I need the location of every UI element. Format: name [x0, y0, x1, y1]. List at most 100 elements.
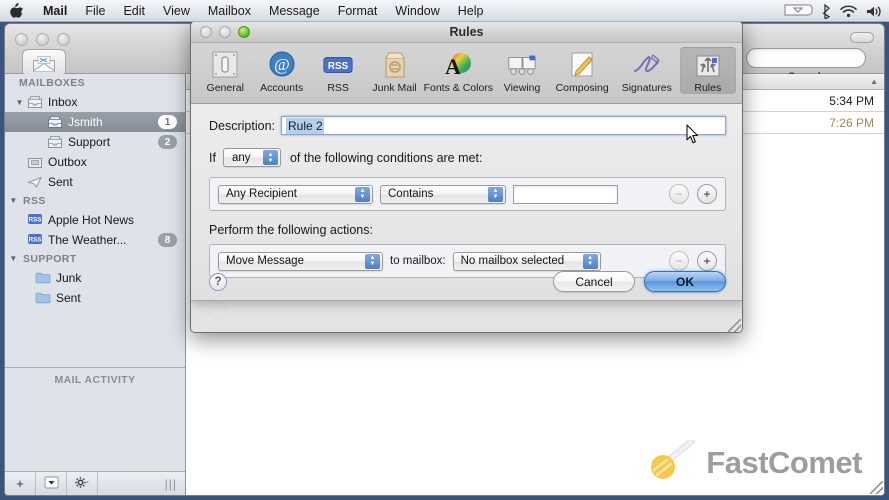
- sidebar-item-label: Sent: [56, 291, 81, 305]
- menu-item-file[interactable]: File: [76, 2, 114, 20]
- action-filter-button[interactable]: [36, 472, 67, 495]
- stepper-arrows-icon: ▲ ▼: [582, 253, 598, 269]
- menu-item-mailbox[interactable]: Mailbox: [199, 2, 260, 20]
- message-time: 7:26 PM: [829, 115, 874, 130]
- apple-logo-glyph: [9, 3, 23, 18]
- mailbox-list: MAILBOXES ▼ Inbox Jsmith 1 Support 2 Out…: [5, 74, 185, 367]
- tab-rss[interactable]: RSS RSS: [310, 47, 366, 94]
- wifi-icon[interactable]: [840, 4, 857, 18]
- remove-condition-button[interactable]: −: [669, 184, 689, 204]
- disclosure-triangle-icon[interactable]: ▼: [9, 254, 18, 263]
- apple-logo-icon[interactable]: [8, 2, 24, 20]
- sidebar-section-support: ▼ SUPPORT: [5, 250, 185, 268]
- volume-icon[interactable]: [866, 5, 883, 18]
- to-mailbox-label: to mailbox:: [390, 255, 446, 267]
- action-mailbox-select[interactable]: No mailbox selected ▲ ▼: [452, 251, 601, 271]
- window-resize-grip[interactable]: [870, 481, 883, 494]
- disclosure-triangle-icon[interactable]: ▼: [9, 196, 18, 205]
- sidebar-item-label: Support: [68, 135, 111, 149]
- menu-item-format[interactable]: Format: [329, 2, 387, 20]
- zoom-button[interactable]: [57, 33, 70, 46]
- sent-icon: [26, 175, 43, 189]
- svg-text:RSS: RSS: [29, 216, 42, 223]
- stepper-arrows-icon: ▲ ▼: [355, 186, 370, 202]
- zoom-button[interactable]: [238, 26, 250, 38]
- sort-ascending-icon[interactable]: ▲: [870, 77, 878, 86]
- add-action-button[interactable]: +: [697, 251, 717, 271]
- tab-fonts-colors[interactable]: A Fonts & Colors: [423, 47, 494, 94]
- tab-rules[interactable]: Rules: [679, 47, 737, 94]
- plus-icon: +: [16, 476, 24, 491]
- condition-field-value: Any Recipient: [226, 188, 297, 200]
- at-sign-icon: @: [266, 49, 298, 80]
- bluetooth-icon[interactable]: [822, 3, 831, 19]
- search-input[interactable]: [746, 48, 866, 68]
- svg-text:RSS: RSS: [328, 60, 349, 71]
- sidebar-section-rss: ▼ RSS: [5, 192, 185, 210]
- cancel-button[interactable]: Cancel: [553, 271, 635, 292]
- tab-label: Signatures: [621, 82, 672, 94]
- inbox-icon: [47, 135, 63, 149]
- question-mark-icon[interactable]: ?: [209, 272, 227, 291]
- preferences-titlebar[interactable]: Rules: [191, 21, 742, 43]
- menu-item-window[interactable]: Window: [386, 2, 448, 20]
- unread-badge: 1: [158, 115, 177, 129]
- condition-field-select[interactable]: Any Recipient ▲ ▼: [218, 184, 373, 204]
- description-value: Rule 2: [286, 117, 324, 134]
- menu-item-edit[interactable]: Edit: [114, 2, 154, 20]
- tab-viewing[interactable]: Viewing: [494, 47, 550, 94]
- add-condition-button[interactable]: +: [697, 184, 717, 204]
- toolbar-toggle-button[interactable]: [850, 32, 874, 43]
- condition-operator-select[interactable]: Contains ▲ ▼: [380, 184, 506, 204]
- menu-item-message[interactable]: Message: [260, 2, 329, 20]
- close-button[interactable]: [15, 33, 28, 46]
- sidebar-item-label: Apple Hot News: [48, 213, 135, 227]
- sidebar-item-label: Inbox: [48, 95, 78, 109]
- minimize-button[interactable]: [36, 33, 49, 46]
- sidebar-item-junk[interactable]: Junk: [5, 268, 185, 288]
- tab-accounts[interactable]: @ Accounts: [253, 47, 309, 94]
- preferences-resize-grip[interactable]: [728, 319, 741, 332]
- sidebar-item-the-weather[interactable]: RSS The Weather... 8: [5, 230, 185, 250]
- description-input[interactable]: Rule 2: [281, 116, 726, 135]
- close-button[interactable]: [200, 26, 212, 38]
- mail-activity-header: MAIL ACTIVITY: [5, 367, 185, 391]
- sidebar-item-label: The Weather...: [48, 233, 127, 247]
- match-mode-select[interactable]: any ▲ ▼: [222, 148, 281, 167]
- mail-window-traffic-lights: [15, 33, 70, 46]
- condition-value-input[interactable]: [513, 184, 618, 204]
- stepper-arrows-icon: ▲ ▼: [262, 150, 278, 165]
- match-mode-value: any: [231, 151, 251, 164]
- menu-item-help[interactable]: Help: [449, 2, 493, 20]
- action-type-select[interactable]: Move Message ▲ ▼: [218, 251, 383, 271]
- remove-action-button[interactable]: −: [669, 251, 689, 271]
- menu-item-view[interactable]: View: [154, 2, 199, 20]
- add-mailbox-button[interactable]: +: [5, 472, 36, 495]
- rule-edit-sheet: Description: Rule 2 If any ▲ ▼ of the fol…: [191, 104, 742, 301]
- sidebar-item-support[interactable]: Support 2: [5, 132, 185, 152]
- help-icon[interactable]: ?: [209, 302, 226, 319]
- menu-item-mail[interactable]: Mail: [34, 2, 76, 20]
- disclosure-triangle-icon[interactable]: ▼: [15, 98, 24, 107]
- tab-signatures[interactable]: Signatures: [614, 47, 680, 94]
- sidebar-item-support-sent[interactable]: Sent: [5, 288, 185, 308]
- display-icon[interactable]: [783, 4, 813, 18]
- envelope-glyph: [33, 55, 55, 71]
- if-label: If: [209, 150, 216, 165]
- svg-text:@: @: [274, 55, 290, 74]
- minimize-button[interactable]: [219, 26, 231, 38]
- sidebar-item-sent[interactable]: Sent: [5, 172, 185, 192]
- stepper-arrows-icon: ▲ ▼: [488, 186, 503, 202]
- sidebar-item-apple-hot-news[interactable]: RSS Apple Hot News: [5, 210, 185, 230]
- settings-gear-button[interactable]: [67, 472, 98, 495]
- sidebar-item-inbox[interactable]: ▼ Inbox: [5, 92, 185, 112]
- sidebar-item-outbox[interactable]: Outbox: [5, 152, 185, 172]
- svg-text:A: A: [445, 54, 461, 79]
- tab-general[interactable]: General: [197, 47, 253, 94]
- tab-composing[interactable]: Composing: [550, 47, 614, 94]
- ok-button[interactable]: OK: [644, 271, 726, 292]
- action-mailbox-value: No mailbox selected: [460, 255, 565, 267]
- sidebar-item-jsmith[interactable]: Jsmith 1: [5, 112, 185, 132]
- tab-junk-mail[interactable]: Junk Mail: [366, 47, 422, 94]
- sidebar-resize-grip[interactable]: |||: [165, 477, 177, 491]
